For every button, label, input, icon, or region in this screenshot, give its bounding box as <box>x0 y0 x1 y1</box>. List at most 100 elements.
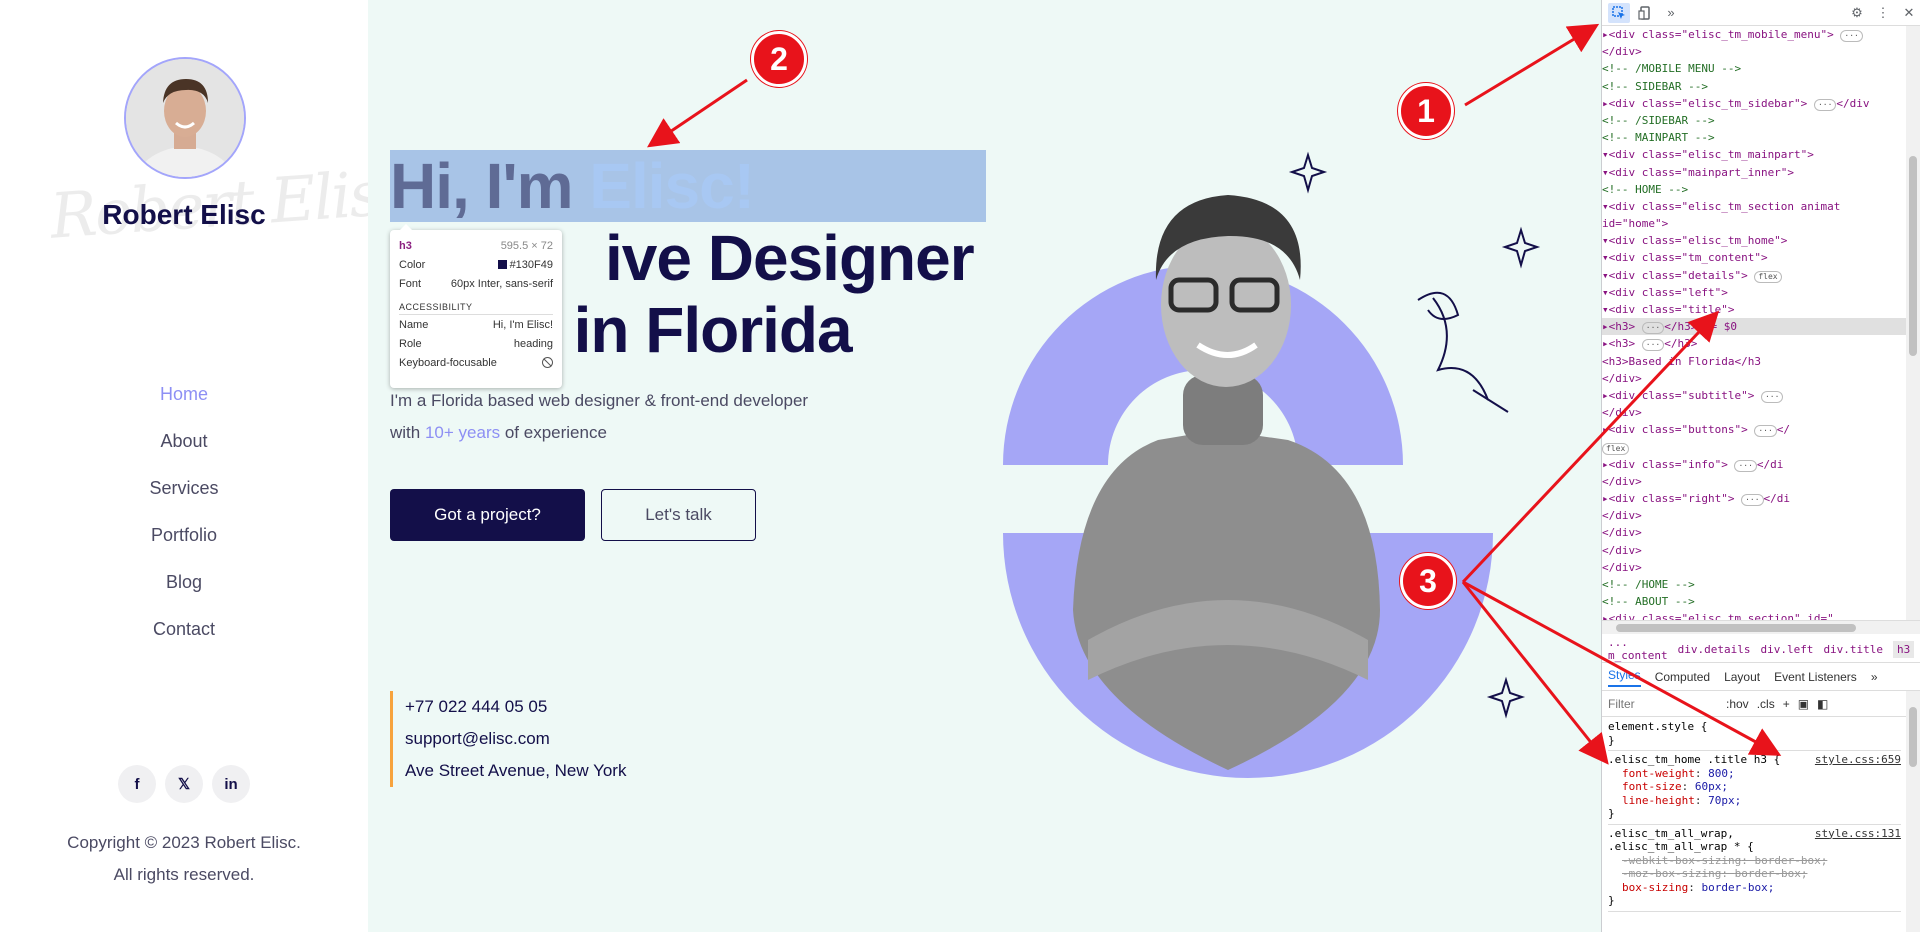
css-property-value[interactable]: border-box; <box>1754 854 1827 867</box>
dom-tree-node[interactable]: ▸<h3> ··· </h3> == $0 <box>1602 318 1907 336</box>
css-declaration[interactable]: -moz-box-sizing: border-box; <box>1608 867 1901 881</box>
tab-computed[interactable]: Computed <box>1655 670 1710 684</box>
twitter-icon[interactable]: 𝕏 <box>165 765 203 803</box>
dom-badge[interactable]: ··· <box>1741 494 1764 507</box>
dom-tree-node[interactable]: ▸<div class="info"> ··· </di <box>1602 456 1907 473</box>
nav-item-blog[interactable]: Blog <box>0 566 368 613</box>
dom-tree-scrollbar[interactable] <box>1906 26 1920 620</box>
dom-tree-node[interactable]: ▸<div class="elisc_tm_section" id=" <box>1602 610 1907 620</box>
dom-tree-node[interactable]: </div> <box>1602 507 1907 524</box>
nav-item-about[interactable]: About <box>0 425 368 472</box>
css-property-value[interactable]: 60px; <box>1695 780 1728 793</box>
more-tabs-icon[interactable]: » <box>1660 3 1682 23</box>
dom-tree-node[interactable]: <!-- HOME --> <box>1602 181 1907 198</box>
dom-tree-node[interactable]: </div> <box>1602 404 1907 421</box>
dom-badge[interactable]: flex <box>1602 442 1630 455</box>
breadcrumb-item[interactable]: ... m_content <box>1608 636 1668 662</box>
dom-tree-node[interactable]: </div> <box>1602 43 1907 60</box>
dom-tree-node[interactable]: ▸<div class="right"> ··· </di <box>1602 490 1907 507</box>
dom-badge[interactable]: ··· <box>1734 459 1757 472</box>
css-property-name[interactable]: font-size <box>1622 780 1682 793</box>
dom-tree-node[interactable]: ▸<h3> ··· </h3> <box>1602 335 1907 352</box>
css-selector[interactable]: .elisc_tm_all_wrap * { <box>1608 840 1901 854</box>
css-selector[interactable]: element.style { <box>1608 720 1707 733</box>
dom-tree-node[interactable]: ▾<div class="title"> <box>1602 301 1907 318</box>
styles-filter-input[interactable] <box>1608 696 1718 711</box>
dom-tree-node[interactable]: ▾<div class="elisc_tm_mainpart"> <box>1602 146 1907 163</box>
dom-tree-node[interactable]: ▾<div class="elisc_tm_home"> <box>1602 232 1907 249</box>
dom-tree-node[interactable]: ▾<div class="elisc_tm_section animat <box>1602 198 1907 215</box>
dom-tree-node[interactable]: <h3>Based in Florida</h3 <box>1602 353 1907 370</box>
dom-tree-hscroll-thumb[interactable] <box>1616 624 1856 632</box>
tab-event-listeners[interactable]: Event Listeners <box>1774 670 1857 684</box>
dom-tree-node[interactable]: <!-- /MOBILE MENU --> <box>1602 60 1907 77</box>
styles-scrollbar[interactable] <box>1906 691 1920 932</box>
tab-layout[interactable]: Layout <box>1724 670 1760 684</box>
settings-gear-icon[interactable]: ⚙ <box>1846 3 1868 23</box>
dom-tree-node[interactable]: ▸<div class="subtitle"> ··· <box>1602 387 1907 404</box>
css-declaration[interactable]: font-weight: 800; <box>1608 767 1901 781</box>
breadcrumb-item[interactable]: div.details <box>1678 643 1751 656</box>
css-declaration[interactable]: line-height: 70px; <box>1608 794 1901 808</box>
dom-tree-node[interactable]: flex <box>1602 439 1907 456</box>
hov-toggle[interactable]: :hov <box>1726 697 1749 711</box>
css-property-name[interactable]: -moz-box-sizing <box>1622 867 1721 880</box>
dom-tree-node[interactable]: </div> <box>1602 542 1907 559</box>
dom-badge[interactable]: ··· <box>1641 322 1665 335</box>
nav-item-services[interactable]: Services <box>0 472 368 519</box>
phone-number[interactable]: +77 022 444 05 05 <box>405 691 626 723</box>
breadcrumb-item[interactable]: div.left <box>1760 643 1813 656</box>
dom-tree-node[interactable]: </div> <box>1602 370 1907 387</box>
dom-tree-node[interactable]: <!-- SIDEBAR --> <box>1602 78 1907 95</box>
dom-tree-node[interactable]: </div> <box>1602 524 1907 541</box>
css-property-name[interactable]: line-height <box>1622 794 1695 807</box>
tab-styles[interactable]: Styles <box>1608 668 1641 687</box>
css-declaration[interactable]: -webkit-box-sizing: border-box; <box>1608 854 1901 868</box>
device-toolbar-icon[interactable] <box>1634 3 1656 23</box>
css-property-value[interactable]: 800; <box>1708 767 1735 780</box>
dom-tree-node[interactable]: ▾<div class="mainpart_inner"> <box>1602 164 1907 181</box>
close-icon[interactable]: ✕ <box>1898 3 1920 23</box>
toggle-sidebar-icon[interactable]: ◧ <box>1817 697 1828 711</box>
breadcrumb-item[interactable]: div.title <box>1823 643 1883 656</box>
dom-tree-node[interactable]: <!-- /HOME --> <box>1602 576 1907 593</box>
css-declaration[interactable]: font-size: 60px; <box>1608 780 1901 794</box>
css-source-link[interactable]: style.css:131 <box>1815 827 1901 841</box>
css-property-name[interactable]: -webkit-box-sizing <box>1622 854 1741 867</box>
dom-badge[interactable]: flex <box>1754 270 1782 283</box>
dom-tree-node[interactable]: id="home"> <box>1602 215 1907 232</box>
dom-tree-node[interactable]: ▾<div class="details"> flex <box>1602 267 1907 284</box>
css-property-name[interactable]: font-weight <box>1622 767 1695 780</box>
nav-item-home[interactable]: Home <box>0 378 368 425</box>
dom-tree[interactable]: ▸<div class="elisc_tm_mobile_menu"> ··· … <box>1602 26 1907 620</box>
css-source-link[interactable]: style.css:659 <box>1815 753 1901 767</box>
dom-tree-node[interactable]: ▾<div class="left"> <box>1602 284 1907 301</box>
css-property-value[interactable]: border-box; <box>1701 881 1774 894</box>
dom-badge[interactable]: ··· <box>1813 98 1837 111</box>
css-property-value[interactable]: border-box; <box>1735 867 1808 880</box>
css-selector[interactable]: .elisc_tm_home .title h3 { <box>1608 753 1780 766</box>
lets-talk-button[interactable]: Let's talk <box>601 489 756 541</box>
dom-tree-node[interactable]: ▸<div class="elisc_tm_sidebar"> ··· </div <box>1602 95 1907 112</box>
breadcrumb-current[interactable]: h3 <box>1893 640 1915 658</box>
dom-tree-node[interactable]: </div> <box>1602 473 1907 490</box>
dom-tree-node[interactable]: ▸<div class="buttons"> ··· </ <box>1602 421 1907 438</box>
facebook-icon[interactable]: f <box>118 765 156 803</box>
css-declaration[interactable]: box-sizing: border-box; <box>1608 881 1901 895</box>
tab-more[interactable]: » <box>1871 670 1878 684</box>
dom-tree-node[interactable]: <!-- MAINPART --> <box>1602 129 1907 146</box>
css-selector[interactable]: .elisc_tm_all_wrap, <box>1608 827 1734 840</box>
inspect-element-icon[interactable] <box>1608 2 1630 23</box>
dom-tree-hscrollbar[interactable] <box>1602 620 1920 634</box>
dom-badge[interactable]: ··· <box>1754 425 1777 438</box>
dom-badge[interactable]: ··· <box>1760 390 1784 403</box>
dom-badge[interactable]: ··· <box>1840 30 1863 42</box>
css-property-value[interactable]: 70px; <box>1708 794 1741 807</box>
dom-tree-node[interactable]: <!-- /SIDEBAR --> <box>1602 112 1907 129</box>
nav-item-portfolio[interactable]: Portfolio <box>0 519 368 566</box>
dom-badge[interactable]: ··· <box>1641 339 1665 352</box>
dom-tree-node[interactable]: <!-- ABOUT --> <box>1602 593 1907 610</box>
linkedin-icon[interactable]: in <box>212 765 250 803</box>
kebab-menu-icon[interactable]: ⋮ <box>1872 3 1894 23</box>
dom-tree-node[interactable]: ▸<div class="elisc_tm_mobile_menu"> ··· <box>1602 26 1907 43</box>
